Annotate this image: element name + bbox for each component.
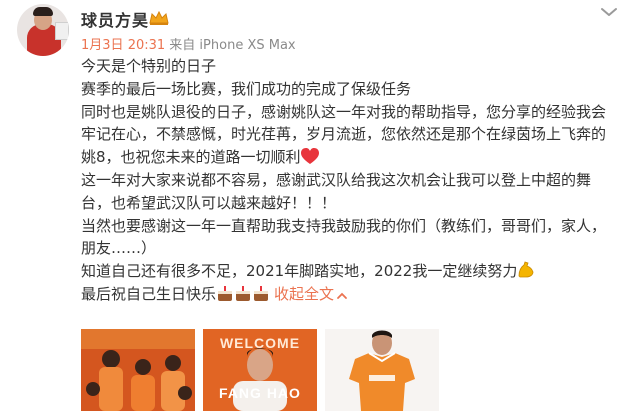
post-source: 来自 iPhone XS Max xyxy=(169,38,296,53)
post-line: 同时也是姚队退役的日子，感谢姚队这一年对我的帮助指导，您分享的经验我会 xyxy=(81,102,607,121)
chevron-up-icon[interactable] xyxy=(336,291,348,301)
jersey-photo-graphic xyxy=(325,329,439,411)
user-name[interactable]: 球员方昊 xyxy=(81,7,149,31)
post-photo-jersey[interactable] xyxy=(325,329,439,411)
collapse-full-text-link[interactable]: 收起全文 xyxy=(274,285,334,303)
welcome-text: WELCOME xyxy=(219,335,301,351)
flexed-biceps-icon xyxy=(518,261,534,278)
cake-icon xyxy=(218,285,233,301)
post-date[interactable]: 1月3日 xyxy=(81,38,124,53)
vip-crown-icon xyxy=(149,10,169,25)
chevron-down-icon[interactable] xyxy=(598,5,620,19)
post-line-with-heart: 姚8，也祝您未来的道路一切顺利 xyxy=(81,146,626,169)
post-line: 朋友……） xyxy=(81,239,157,258)
team-photo-graphic xyxy=(81,329,195,411)
cake-icon xyxy=(254,285,269,301)
post-line-with-cakes: 最后祝自己生日快乐 收起全文 xyxy=(81,283,626,306)
post-line: 今天是个特别的日子 xyxy=(81,57,217,75)
player-name-text: FANG HAO xyxy=(219,385,301,401)
post-line: 当然也要感谢这一年一直帮助我支持我鼓励我的你们（教练们，哥哥们，家人， xyxy=(81,216,607,235)
post-line-text: 最后祝自己生日快乐 xyxy=(81,284,217,303)
post-meta: 1月3日 20:31 来自 iPhone XS Max xyxy=(81,34,296,53)
red-heart-icon xyxy=(300,148,319,165)
avatar[interactable] xyxy=(17,4,69,56)
post-line: 牢记在心，不禁感慨，时光荏苒，岁月流逝，您依然还是那个在绿茵场上飞奔的 xyxy=(81,125,607,144)
post-photo-welcome[interactable]: WELCOME FANG HAO xyxy=(203,329,317,411)
post-line-text: 姚8，也祝您未来的道路一切顺利 xyxy=(81,148,301,167)
post-line: 台，也希望武汉队可以越来越好！！！ xyxy=(81,193,337,212)
post-line: 这一年对大家来说都不容易，感谢武汉队给我这次机会让我可以登上中超的舞 xyxy=(81,170,592,189)
post-content: 今天是个特别的日子 赛季的最后一场比赛，我们成功的完成了保级任务 同时也是姚队退… xyxy=(81,55,626,306)
post-photo-team[interactable] xyxy=(81,329,195,411)
post-line: 赛季的最后一场比赛，我们成功的完成了保级任务 xyxy=(81,79,412,98)
post-line-with-muscle: 知道自己还有很多不足，2021年脚踏实地，2022我一定继续努力 xyxy=(81,260,626,283)
cake-icon xyxy=(236,285,251,301)
post-time[interactable]: 20:31 xyxy=(128,38,165,53)
post-line-text: 知道自己还有很多不足，2021年脚踏实地，2022我一定继续努力 xyxy=(81,262,518,281)
